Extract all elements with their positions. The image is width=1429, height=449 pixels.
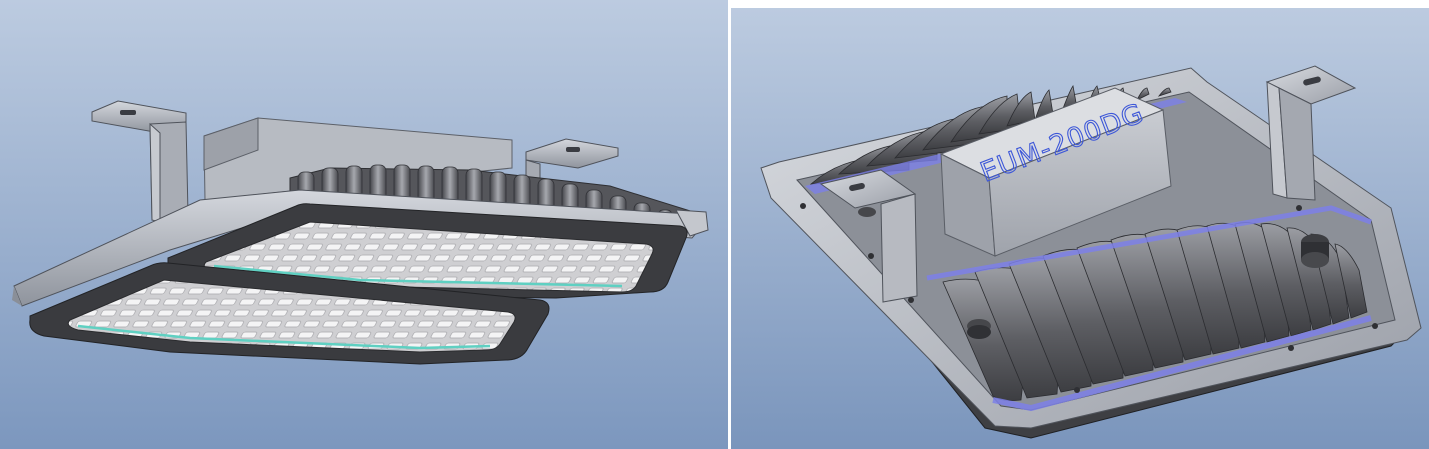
- viewport-rear-view[interactable]: EUM-200DG: [731, 8, 1429, 449]
- front-view-render: [0, 0, 728, 449]
- cad-screenshot: EUM-200DG: [0, 0, 1429, 449]
- viewport-top-gap: [731, 0, 1429, 8]
- viewport-front-view[interactable]: [0, 0, 728, 449]
- bolt-knob: [967, 319, 991, 339]
- cable-gland: [1301, 234, 1329, 268]
- rear-view-render: EUM-200DG: [731, 8, 1429, 449]
